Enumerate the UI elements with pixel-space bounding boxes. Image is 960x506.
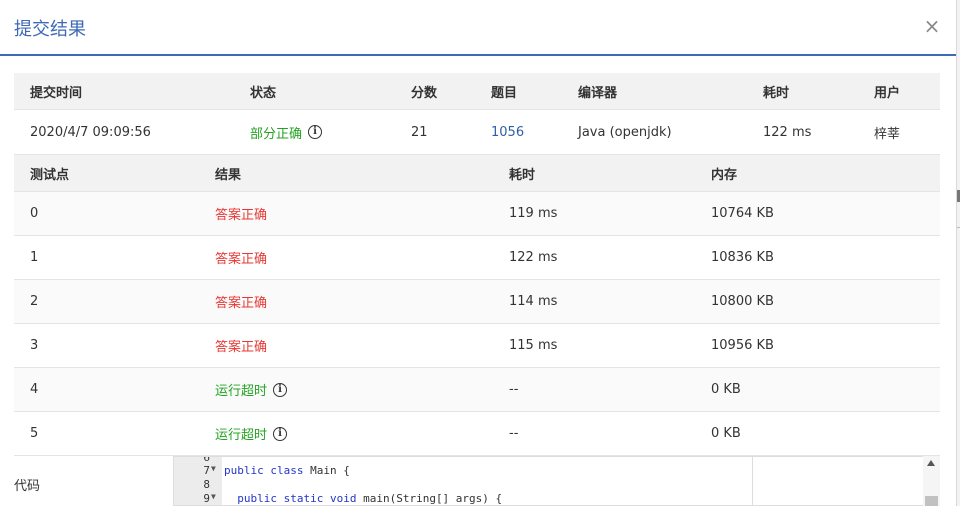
case-result: 运行超时 i: [215, 368, 288, 411]
case-memory: 10764 KB: [711, 206, 774, 221]
header-duration: 耗时: [763, 85, 790, 101]
case-id: 3: [30, 338, 39, 353]
cases-header-row: 测试点 结果 耗时 内存: [14, 155, 940, 192]
case-id: 0: [30, 206, 39, 221]
case-result: 答案正确: [215, 208, 268, 223]
background-page-edge: [956, 0, 960, 506]
dialog-title: 提交结果: [14, 19, 86, 40]
case-result: 答案正确: [215, 340, 268, 355]
case-id: 5: [30, 426, 39, 441]
case-result: 运行超时 i: [215, 412, 288, 455]
dialog-header: 提交结果 ×: [0, 0, 956, 56]
submit-time: 2020/4/7 09:09:56: [30, 124, 151, 140]
line-number: 6: [203, 456, 210, 464]
problem-link[interactable]: 1056: [491, 110, 524, 154]
header-submit-time: 提交时间: [30, 85, 83, 101]
status-label: 部分正确: [250, 126, 303, 142]
case-result: 答案正确: [215, 252, 268, 267]
header-case-id: 测试点: [30, 167, 70, 183]
case-time: 119 ms: [509, 206, 558, 221]
table-row: 1 答案正确 122 ms 10836 KB: [14, 236, 940, 280]
code-label: 代码: [14, 479, 41, 494]
header-score: 分数: [411, 85, 438, 101]
line-number: 9: [203, 492, 210, 505]
info-icon[interactable]: i: [308, 125, 323, 139]
table-row: 3 答案正确 115 ms 10956 KB: [14, 324, 940, 368]
fold-chevron-icon[interactable]: ▼: [211, 492, 216, 501]
result-table: 提交时间 状态 分数 题目 编译器 耗时 用户 2020/4/7 09:09:5…: [14, 73, 940, 456]
header-status: 状态: [250, 85, 277, 101]
table-row: 2 答案正确 114 ms 10800 KB: [14, 280, 940, 324]
code-editor[interactable]: 6 7 ▼ public class Main { 8 9 ▼ public s…: [173, 456, 940, 506]
header-problem: 题目: [491, 85, 518, 101]
case-memory: 0 KB: [711, 382, 741, 397]
case-id: 2: [30, 294, 39, 309]
line-number: 7: [203, 464, 210, 477]
score-value: 21: [411, 124, 428, 140]
code-text: public static void main(String[] args) {: [237, 492, 503, 505]
header-compiler: 编译器: [578, 85, 618, 101]
case-result: 答案正确: [215, 296, 268, 311]
case-time: --: [509, 426, 519, 441]
code-scrollbar[interactable]: [923, 456, 940, 506]
info-icon[interactable]: i: [273, 426, 288, 441]
summary-row: 2020/4/7 09:09:56 部分正确 i 21 1056 Java (o…: [14, 110, 940, 155]
case-time: --: [509, 382, 519, 397]
header-user: 用户: [874, 85, 901, 101]
table-row: 0 答案正确 119 ms 10764 KB: [14, 192, 940, 236]
cases-body: 0 答案正确 119 ms 10764 KB 1 答案正确 122 ms 108…: [14, 192, 940, 456]
case-result-label: 运行超时: [215, 384, 268, 399]
case-id: 1: [30, 250, 39, 265]
case-id: 4: [30, 382, 39, 397]
case-memory: 0 KB: [711, 426, 741, 441]
table-row: 5 运行超时 i -- 0 KB: [14, 412, 940, 456]
scroll-thumb[interactable]: [925, 496, 938, 506]
table-row: 4 运行超时 i -- 0 KB: [14, 368, 940, 412]
fold-chevron-icon[interactable]: ▼: [211, 464, 216, 473]
case-memory: 10956 KB: [711, 338, 774, 353]
case-time: 115 ms: [509, 338, 558, 353]
case-memory: 10800 KB: [711, 294, 774, 309]
duration-value: 122 ms: [763, 124, 812, 140]
close-icon[interactable]: ×: [922, 14, 942, 38]
code-text: public class Main {: [224, 464, 350, 477]
case-time: 122 ms: [509, 250, 558, 265]
header-case-memory: 内存: [711, 167, 738, 183]
print-margin: [752, 457, 753, 505]
header-case-result: 结果: [215, 167, 242, 183]
status-value: 部分正确 i: [250, 110, 323, 154]
line-number: 8: [203, 478, 210, 491]
info-icon[interactable]: i: [273, 382, 288, 397]
case-memory: 10836 KB: [711, 250, 774, 265]
case-result-label: 运行超时: [215, 428, 268, 443]
summary-header-row: 提交时间 状态 分数 题目 编译器 耗时 用户: [14, 73, 940, 110]
case-time: 114 ms: [509, 294, 558, 309]
user-value: 梓莘: [874, 126, 901, 142]
header-case-time: 耗时: [509, 167, 536, 183]
submission-result-dialog: 提交结果 × 提交时间 状态 分数 题目 编译器 耗时 用户 2020/4/7 …: [0, 0, 956, 506]
scroll-up-icon[interactable]: [927, 460, 935, 466]
compiler-value: Java (openjdk): [578, 124, 672, 140]
